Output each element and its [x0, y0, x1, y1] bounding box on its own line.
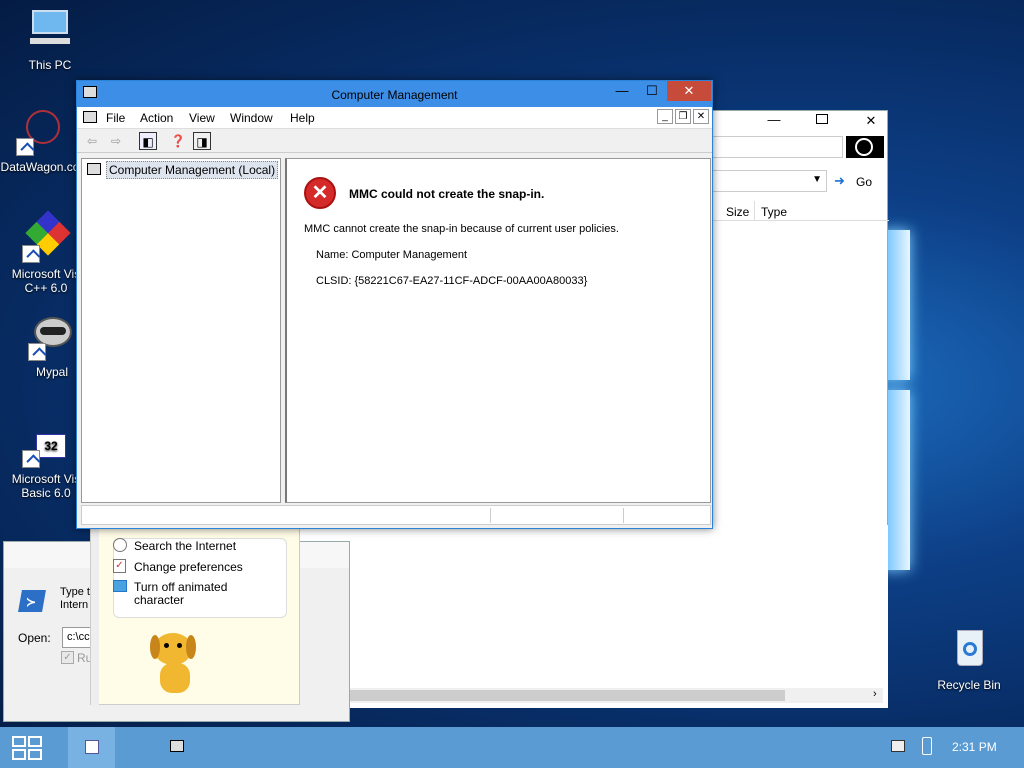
menu-file[interactable]: File	[106, 111, 125, 125]
desktop-icon-label: Microsoft Vis Basic 6.0	[11, 472, 81, 500]
minimize-button[interactable]: —	[760, 111, 788, 131]
computer-icon	[26, 6, 74, 54]
desktop-icon-label: This PC	[28, 58, 72, 72]
tree-item-computer-management[interactable]: Computer Management (Local)	[106, 161, 279, 179]
go-button[interactable]: Go	[856, 175, 872, 189]
horizontal-scrollbar[interactable]: ‹ ›	[299, 688, 883, 703]
computer-icon	[87, 163, 101, 175]
show-hide-console-tree-icon[interactable]: ◧	[139, 132, 157, 150]
shortcut-arrow-icon	[28, 343, 46, 361]
search-button[interactable]	[846, 136, 884, 158]
recycle-bin-icon	[945, 626, 993, 674]
desktop-icon-vb6[interactable]: 32 Microsoft Vis Basic 6.0	[6, 420, 86, 500]
computer-management-icon	[170, 740, 184, 752]
column-header-row: Size Type	[706, 201, 889, 221]
maximize-button[interactable]: ☐	[638, 81, 666, 101]
run-app-icon	[85, 740, 99, 754]
child-minimize-button[interactable]: _	[657, 109, 673, 124]
desktop-icon-label: DataWagon.co	[0, 160, 80, 174]
menu-view[interactable]: View	[189, 111, 215, 125]
dog-assistant-character[interactable]	[146, 629, 204, 699]
title-bar[interactable]: Computer Management — ☐ ✕	[77, 81, 712, 107]
chevron-down-icon: ▼	[812, 174, 822, 185]
back-arrow-icon[interactable]: ⇦	[83, 132, 101, 150]
desktop-icon-this-pc[interactable]: This PC	[10, 6, 90, 72]
error-message: MMC cannot create the snap-in because of…	[304, 223, 619, 235]
column-size[interactable]: Size	[726, 205, 749, 219]
menu-help[interactable]: Help	[290, 111, 315, 125]
taskbar-app-run[interactable]	[68, 727, 115, 768]
error-icon: ✕	[304, 177, 336, 209]
help-icon[interactable]: ❓	[169, 132, 187, 150]
document-icon[interactable]	[83, 111, 97, 123]
menu-action[interactable]: Action	[140, 111, 173, 125]
turn-off-character-icon	[113, 580, 127, 592]
menu-bar: File Action View Window Help _ ❐ ✕	[77, 107, 712, 129]
search-internet-icon	[113, 538, 127, 552]
desktop-icon-label: Microsoft Vis C++ 6.0	[11, 267, 81, 295]
assistant-balloon: Search the Internet ✓ Change preferences…	[90, 525, 300, 706]
desktop-icon-datawagon[interactable]: DataWagon.co	[0, 108, 80, 174]
mypal-raccoon-icon	[28, 313, 76, 361]
toolbar: ⇦ ⇨ ◧ ❓ ◨	[77, 129, 712, 153]
taskbar-app-computer-management[interactable]	[153, 727, 200, 768]
preferences-checklist-icon: ✓	[113, 559, 126, 573]
scroll-right-icon[interactable]: ›	[873, 688, 877, 700]
shortcut-arrow-icon	[16, 138, 34, 156]
address-input[interactable]	[706, 136, 843, 158]
run-icon: ≻	[18, 586, 48, 616]
keyboard-icon[interactable]	[891, 740, 905, 752]
child-close-button[interactable]: ✕	[693, 109, 709, 124]
column-type[interactable]: Type	[761, 205, 787, 219]
browser-content-pane: ‹ ›	[293, 525, 888, 708]
datawagon-icon	[16, 108, 64, 156]
run-prompt: Type t Intern	[60, 586, 90, 611]
visual-basic-icon: 32	[22, 420, 70, 468]
status-bar	[81, 505, 711, 525]
forward-arrow-icon[interactable]: ⇨	[107, 132, 125, 150]
menu-window[interactable]: Window	[230, 111, 273, 125]
start-button[interactable]	[12, 736, 44, 760]
maximize-button[interactable]	[816, 114, 828, 124]
open-label: Open:	[18, 631, 51, 645]
child-restore-button[interactable]: ❐	[675, 109, 691, 124]
snapin-clsid: CLSID: {58221C67-EA27-11CF-ADCF-00AA00A8…	[316, 275, 588, 287]
minimize-button[interactable]: —	[608, 81, 636, 101]
computer-management-window[interactable]: Computer Management — ☐ ✕ File Action Vi…	[76, 80, 713, 529]
visual-cpp-icon	[22, 210, 71, 263]
clock[interactable]: 2:31 PM	[952, 740, 997, 754]
console-tree: Computer Management (Local)	[81, 158, 281, 503]
error-heading: MMC could not create the snap-in.	[349, 187, 545, 201]
show-hide-action-pane-icon[interactable]: ◨	[193, 132, 211, 150]
close-button[interactable]: ✕	[667, 81, 711, 101]
search-icon	[855, 138, 873, 156]
desktop-icon-vc6[interactable]: Microsoft Vis C++ 6.0	[6, 210, 86, 295]
taskbar: 2:31 PM	[0, 727, 1024, 768]
desktop-icon-recycle-bin[interactable]: Recycle Bin	[929, 626, 1009, 692]
run-as-admin-checkbox[interactable]: ✓	[61, 651, 74, 664]
desktop-icon-label: Mypal	[35, 365, 68, 379]
url-dropdown[interactable]: ▼	[706, 170, 827, 192]
snapin-name: Name: Computer Management	[316, 249, 468, 261]
close-button[interactable]: ✕	[857, 111, 885, 131]
scrollbar-thumb[interactable]	[315, 690, 785, 701]
shortcut-arrow-icon	[22, 245, 40, 263]
desktop-icon-label: Recycle Bin	[937, 678, 1001, 692]
details-pane: ✕ MMC could not create the snap-in. MMC …	[285, 158, 711, 503]
go-arrow-icon: ➜	[834, 173, 845, 188]
usb-device-icon[interactable]	[922, 737, 932, 755]
shortcut-arrow-icon	[22, 450, 40, 468]
